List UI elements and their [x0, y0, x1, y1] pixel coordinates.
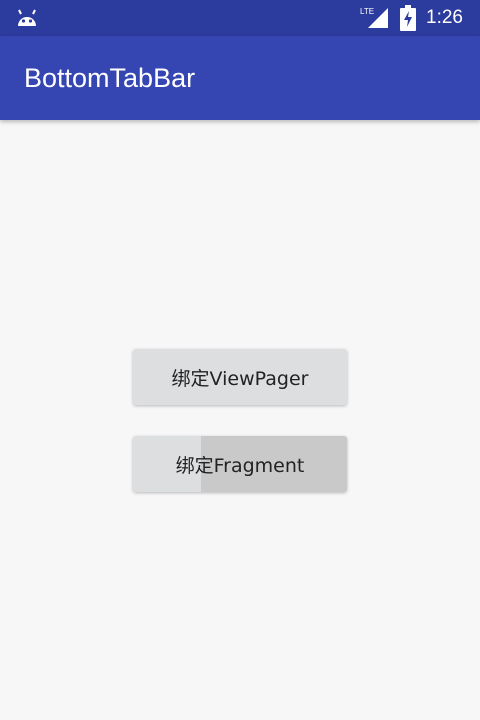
page-title: BottomTabBar: [24, 63, 196, 93]
battery-charging-icon: [400, 5, 416, 31]
status-bar: LTE 1:26: [0, 0, 480, 36]
app-bar: BottomTabBar: [0, 36, 480, 120]
lte-signal-icon: LTE: [360, 7, 388, 28]
bind-fragment-label: 绑定Fragment: [175, 454, 305, 477]
android-icon: [18, 9, 36, 26]
bind-fragment-button[interactable]: 绑定Fragment: [133, 436, 347, 492]
status-time: 1:26: [426, 7, 463, 28]
bind-viewpager-button[interactable]: 绑定ViewPager: [133, 349, 347, 405]
main-content: 绑定ViewPager 绑定Fragment: [0, 120, 480, 720]
bind-viewpager-label: 绑定ViewPager: [171, 367, 309, 390]
network-label: LTE: [360, 7, 374, 16]
